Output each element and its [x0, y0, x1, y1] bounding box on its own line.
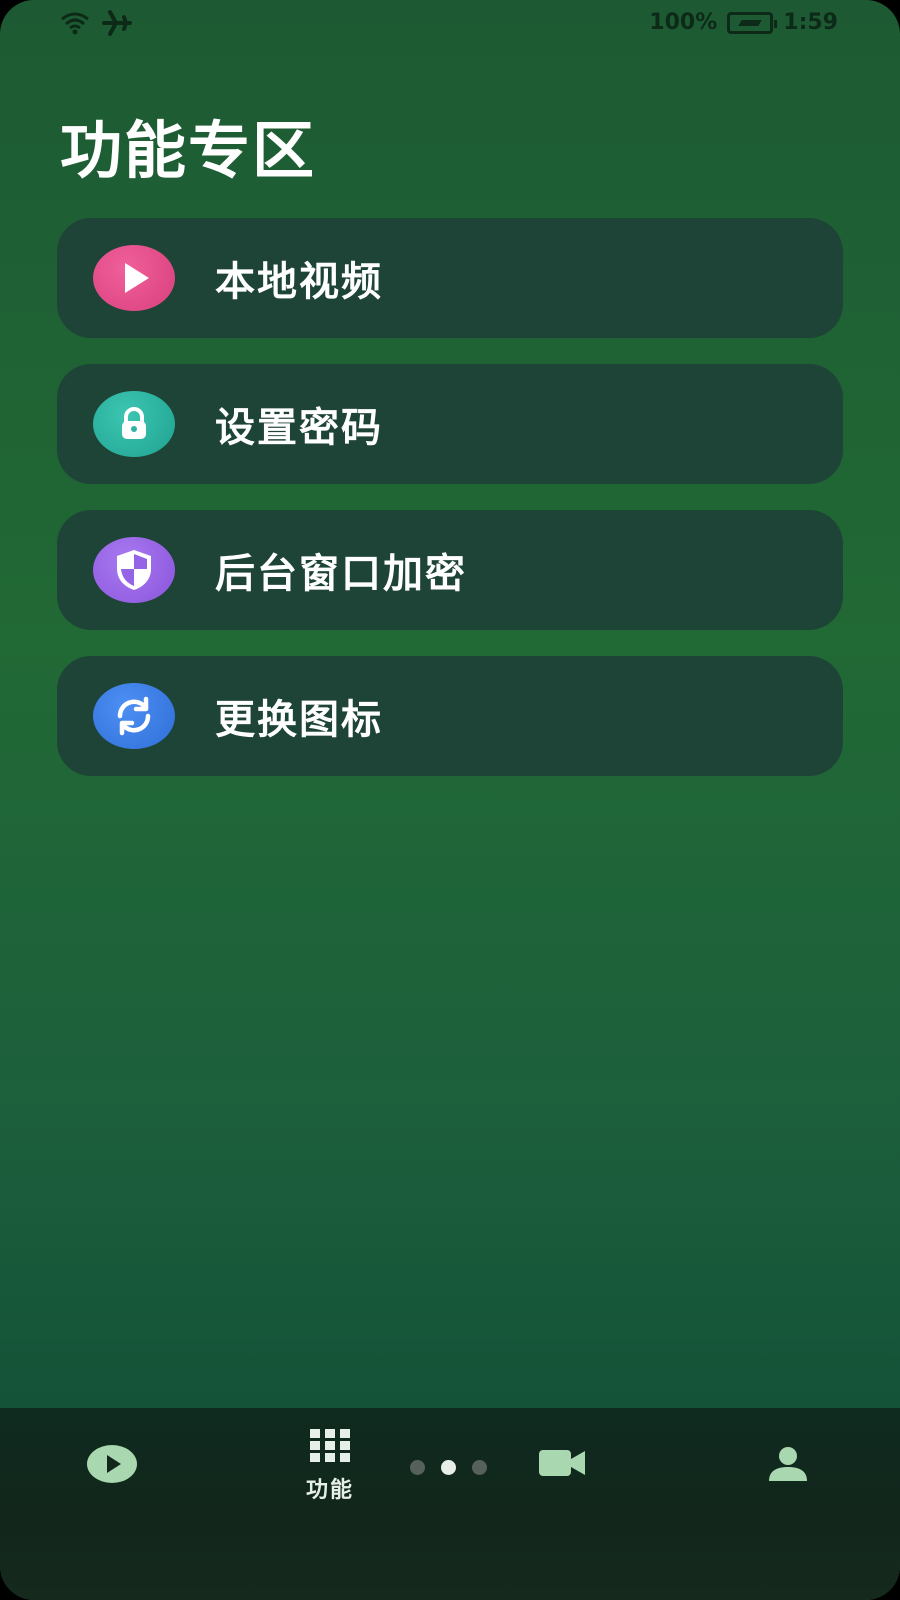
nav-item-player[interactable] [86, 1444, 138, 1484]
shield-icon [93, 537, 175, 603]
menu-item-label: 本地视频 [215, 259, 383, 305]
clock: 1:59 [783, 10, 838, 35]
menu-item-local-video[interactable]: 本地视频 [57, 218, 843, 338]
battery-percent: 100% [649, 10, 718, 35]
app-screen: 100% 1:59 功能专区 本地视频 设置密码 后台窗口加密 更换图标 功能 [0, 0, 900, 1600]
menu-item-set-password[interactable]: 设置密码 [57, 364, 843, 484]
page-indicator [410, 1460, 487, 1475]
video-camera-icon [539, 1450, 585, 1476]
menu-item-label: 设置密码 [215, 405, 383, 451]
menu-item-label: 后台窗口加密 [215, 551, 467, 597]
airplane-icon [102, 10, 132, 36]
wifi-icon [61, 12, 89, 35]
lock-icon [93, 391, 175, 457]
nav-item-label: 功能 [306, 1478, 355, 1503]
battery-charging-icon [727, 11, 778, 34]
status-bar: 100% 1:59 [0, 0, 900, 48]
page-dot-active [441, 1460, 456, 1475]
nav-item-features[interactable]: 功能 [306, 1428, 354, 1504]
play-icon [93, 245, 175, 311]
person-icon [769, 1447, 807, 1481]
refresh-icon [93, 683, 175, 749]
menu-item-background-window-encrypt[interactable]: 后台窗口加密 [57, 510, 843, 630]
nav-item-video[interactable] [538, 1449, 586, 1477]
page-dot [410, 1460, 425, 1475]
menu-item-change-icon[interactable]: 更换图标 [57, 656, 843, 776]
page-dot [472, 1460, 487, 1475]
page-title: 功能专区 [60, 114, 317, 187]
menu-item-label: 更换图标 [215, 697, 383, 743]
bottom-navigation-bar [0, 1408, 900, 1600]
nav-item-profile[interactable] [766, 1446, 810, 1482]
play-circle-icon [87, 1445, 137, 1483]
feature-list: 本地视频 设置密码 后台窗口加密 更换图标 [57, 218, 843, 802]
grid-icon [310, 1429, 350, 1462]
